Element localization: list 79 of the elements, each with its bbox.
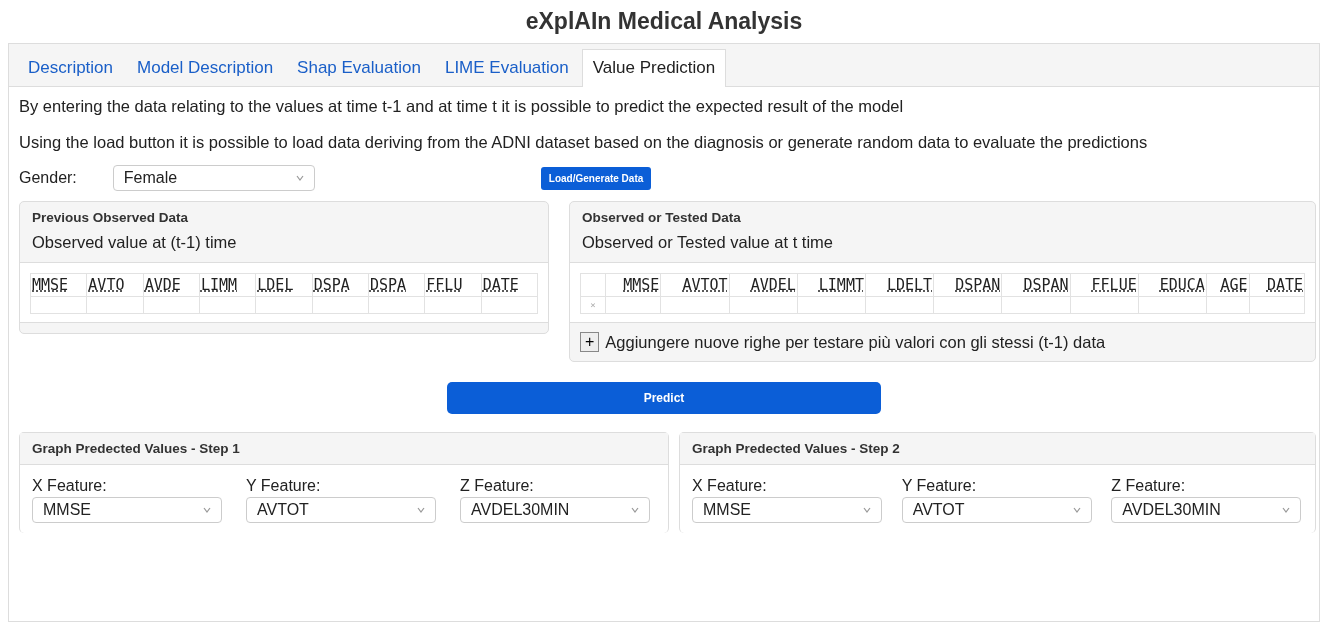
column-header: DATE — [1249, 273, 1305, 297]
feature-select[interactable]: MMSE — [32, 497, 222, 523]
column-header: LDELT — [865, 273, 934, 297]
feature-select[interactable]: AVTOT — [246, 497, 436, 523]
column-header: DATE — [481, 273, 538, 297]
column-header: MMSE — [605, 273, 661, 297]
feature-label: X Feature: — [692, 477, 768, 495]
feature-select[interactable]: AVTOT — [901, 497, 1092, 523]
column-header: EDUCA — [1138, 273, 1207, 297]
description-text: Using the load button it is possible to load data deriving from the ADNI dataset based on the diagnosis or generate random data to evaluate the predictions — [19, 132, 1149, 153]
table-cell[interactable] — [86, 296, 144, 314]
column-header: LIMMT — [797, 273, 866, 297]
caret-icon — [631, 507, 639, 513]
table-cell[interactable] — [424, 296, 482, 314]
feature-select[interactable]: AVDEL30MIN — [1111, 497, 1302, 523]
panel-subtitle: Observed or Tested value at t time — [582, 233, 834, 252]
tab[interactable]: Shap Evaluation — [286, 49, 432, 87]
page-title: eXplAIn Medical Analysis — [524, 7, 804, 36]
table-cell[interactable] — [1001, 296, 1071, 314]
caret-icon — [1282, 507, 1291, 513]
panel-subtitle: Observed value at (t-1) time — [32, 233, 238, 252]
feature-label: Y Feature: — [246, 477, 322, 495]
load-data-button[interactable]: Load/Generate Data — [540, 166, 652, 190]
table-cell[interactable] — [729, 296, 798, 314]
feature-label: X Feature: — [32, 477, 108, 495]
add-row-button[interactable]: + — [580, 332, 600, 352]
table-cell[interactable] — [1206, 296, 1249, 314]
caret-icon — [295, 175, 304, 181]
column-header: DSPAN — [1001, 273, 1071, 297]
caret-icon — [863, 507, 871, 513]
panel-title: Graph Predected Values - Step 2 — [680, 433, 1315, 465]
table-cell[interactable] — [865, 296, 934, 314]
table-cell[interactable] — [797, 296, 866, 314]
description-text: By entering the data relating to the values at time t-1 and at time t it is possible to predict the expected result of the model — [19, 96, 905, 117]
caret-icon — [1072, 507, 1081, 513]
table-cell[interactable] — [30, 296, 87, 314]
column-header: DSPA — [312, 273, 369, 297]
table-cell[interactable] — [481, 296, 538, 314]
column-header: LDEL — [255, 273, 313, 297]
column-header: FFLUE — [1070, 273, 1139, 297]
column-header: AGE — [1206, 273, 1249, 297]
table-cell[interactable] — [368, 296, 425, 314]
feature-label: Y Feature: — [901, 477, 978, 495]
feature-label: Z Feature: — [1111, 477, 1187, 495]
tab[interactable]: LIME Evaluation — [433, 49, 580, 87]
column-header: AVDE — [143, 273, 200, 297]
column-header: AVDEL — [729, 273, 798, 297]
column-header: FFLU — [424, 273, 482, 297]
gender-label: Gender: — [19, 169, 77, 187]
column-header: DSPA — [368, 273, 425, 297]
feature-select[interactable]: MMSE — [692, 497, 882, 523]
predict-button[interactable]: Predict — [447, 382, 881, 414]
caret-icon — [417, 507, 425, 513]
tab[interactable]: Description — [17, 49, 125, 87]
table-cell[interactable] — [312, 296, 369, 314]
table-cell[interactable] — [199, 296, 256, 314]
panel-title: Previous Observed Data — [32, 210, 190, 225]
tab[interactable]: Value Prediction — [581, 49, 727, 87]
table-cell[interactable] — [605, 296, 661, 314]
feature-label: Z Feature: — [460, 477, 535, 495]
column-header: LIMM — [199, 273, 256, 297]
table-cell[interactable] — [1249, 296, 1305, 314]
gender-select[interactable]: Female — [112, 165, 315, 191]
tab[interactable]: Model Description — [126, 49, 285, 87]
table-cell[interactable] — [143, 296, 200, 314]
add-row-text: Aggiungere nuove righe per testare più valori con gli stessi (t-1) data — [605, 332, 1106, 352]
table-cell[interactable] — [255, 296, 313, 314]
panel-title: Observed or Tested Data — [582, 210, 742, 225]
panel-title: Graph Predected Values - Step 1 — [20, 433, 668, 465]
column-header: MMSE — [30, 273, 87, 297]
table-cell[interactable] — [1138, 296, 1207, 314]
table-cell[interactable] — [1070, 296, 1139, 314]
column-header: AVTOT — [660, 273, 730, 297]
column-header: AVTO — [86, 273, 144, 297]
column-header: DSPAN — [933, 273, 1002, 297]
table-cell[interactable] — [933, 296, 1002, 314]
caret-icon — [203, 507, 211, 513]
feature-select[interactable]: AVDEL30MIN — [460, 497, 650, 523]
table-cell[interactable] — [660, 296, 730, 314]
